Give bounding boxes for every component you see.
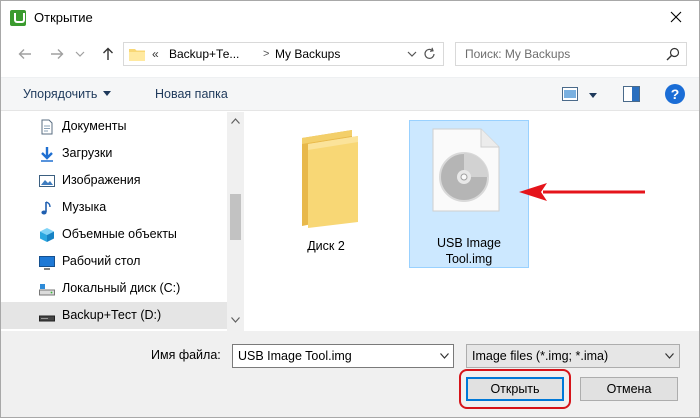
dialog-footer: Имя файла: USB Image Tool.img Image file… [1, 331, 699, 417]
change-view-icon[interactable] [562, 87, 578, 101]
window-title: Открытие [34, 10, 93, 25]
breadcrumb-my-backups[interactable]: My Backups [275, 47, 340, 61]
close-icon [670, 11, 682, 23]
sidebar-item-backup-drive[interactable]: Backup+Тест (D:) [1, 302, 227, 329]
caret-down-icon [103, 91, 112, 96]
help-icon[interactable]: ? [665, 84, 685, 104]
documents-icon [41, 119, 53, 135]
command-toolbar: Упорядочить Новая папка ? [1, 77, 699, 111]
chevron-down-icon [665, 353, 674, 359]
sidebar-item-label: Музыка [62, 200, 107, 214]
sidebar-item-label: Рабочий стол [62, 254, 141, 268]
breadcrumb-chevron-icon[interactable]: > [263, 48, 269, 60]
sidebar-item-downloads[interactable]: Загрузки [1, 140, 227, 167]
3d-objects-icon [40, 228, 54, 242]
preview-pane-icon[interactable] [623, 86, 640, 102]
sidebar-item-music[interactable]: Музыка [1, 194, 227, 221]
external-drive-icon [39, 315, 55, 322]
sidebar-item-label: Локальный диск (C:) [62, 281, 181, 295]
scroll-thumb[interactable] [230, 194, 241, 240]
sidebar-item-label: Документы [62, 119, 127, 133]
sidebar-item-3d-objects[interactable]: Объемные объекты [1, 221, 227, 248]
local-disk-icon [39, 284, 55, 296]
pictures-icon [39, 175, 55, 187]
sidebar-item-desktop[interactable]: Рабочий стол [1, 248, 227, 275]
app-icon [10, 10, 26, 26]
folder-icon [302, 130, 358, 228]
arrow-left-icon [18, 49, 31, 59]
filename-label: Имя файла: [151, 348, 221, 362]
open-file-dialog: Открытие « Backup+Те... > My Backups Пои… [0, 0, 700, 418]
sidebar-item-label: Backup+Тест (D:) [62, 308, 162, 322]
back-button[interactable] [16, 45, 34, 63]
search-input[interactable]: Поиск: My Backups [455, 42, 687, 66]
downloads-icon [41, 147, 53, 162]
sidebar-item-documents[interactable]: Документы [1, 113, 227, 140]
forward-button[interactable] [48, 45, 66, 63]
file-item-folder[interactable]: Диск 2 [275, 120, 377, 253]
up-button[interactable] [99, 45, 117, 63]
scroll-down-icon[interactable] [231, 317, 240, 323]
arrow-right-icon [51, 49, 64, 59]
refresh-icon[interactable] [421, 46, 439, 62]
arrow-up-icon [103, 47, 113, 60]
organize-label: Упорядочить [23, 87, 98, 101]
close-button[interactable] [653, 1, 699, 33]
navigation-scrollbar[interactable] [227, 112, 244, 331]
title-bar: Открытие [1, 1, 699, 35]
sidebar-item-pictures[interactable]: Изображения [1, 167, 227, 194]
sidebar-item-label: Объемные объекты [62, 227, 177, 241]
file-item-usb-image[interactable]: USB Image Tool.img [409, 120, 529, 268]
new-folder-button[interactable]: Новая папка [155, 87, 228, 101]
file-name-line-2: Tool.img [445, 252, 493, 266]
music-icon [41, 201, 51, 215]
filename-value[interactable]: USB Image Tool.img [238, 349, 352, 363]
recent-locations-button[interactable] [74, 45, 86, 63]
search-placeholder: Поиск: My Backups [465, 47, 571, 61]
sidebar-item-local-disk[interactable]: Локальный диск (C:) [1, 275, 227, 302]
red-arrow-annotation [519, 183, 645, 201]
scroll-up-icon[interactable] [231, 118, 240, 124]
file-name-line-1: USB Image [437, 236, 501, 250]
navigation-pane: Документы Загрузки Изображения Музыка Об… [1, 112, 244, 331]
address-dropdown-icon[interactable] [405, 46, 419, 62]
open-button[interactable]: Открыть [466, 377, 564, 401]
navigation-bar: « Backup+Те... > My Backups Поиск: My Ba… [1, 35, 699, 75]
breadcrumb-backup-drive[interactable]: Backup+Те... [169, 47, 239, 61]
organize-button[interactable]: Упорядочить [23, 87, 112, 101]
cancel-button[interactable]: Отмена [580, 377, 678, 401]
address-overflow[interactable]: « [152, 47, 159, 61]
file-name: Диск 2 [307, 239, 345, 253]
file-list: Диск 2 USB Image Tool.img [245, 112, 699, 331]
address-bar[interactable]: « Backup+Те... > My Backups [123, 42, 444, 66]
chevron-down-icon[interactable] [440, 353, 449, 359]
desktop-icon [39, 256, 55, 270]
sidebar-item-label: Загрузки [62, 146, 113, 160]
disc-image-file-icon [432, 128, 500, 212]
file-type-select[interactable]: Image files (*.img; *.ima) [466, 344, 680, 368]
file-type-value: Image files (*.img; *.ima) [472, 349, 609, 363]
folder-icon [129, 49, 145, 61]
filename-input[interactable]: USB Image Tool.img [232, 344, 454, 368]
chevron-down-icon [75, 51, 85, 57]
search-icon [666, 47, 680, 61]
sidebar-item-label: Изображения [62, 173, 141, 187]
view-options-caret-icon[interactable] [589, 93, 597, 98]
